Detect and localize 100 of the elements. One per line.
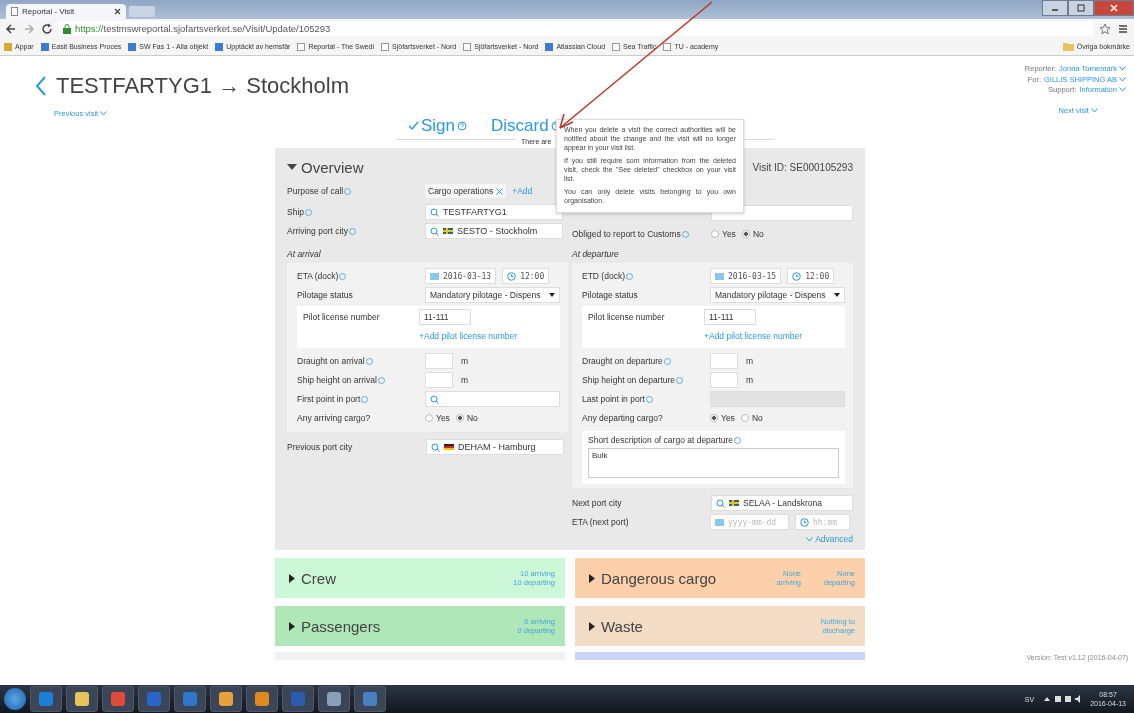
time-input[interactable]: hh:mm	[813, 517, 845, 527]
license-field[interactable]: 11-111	[419, 309, 471, 325]
app-icon	[111, 692, 125, 706]
port-field[interactable]: SESTO - Stockholm	[425, 223, 563, 239]
search-icon	[430, 226, 439, 236]
section-title: Crew	[301, 569, 336, 587]
caret-icon	[549, 292, 555, 298]
radio-option[interactable]: No	[455, 413, 478, 423]
pilotage-select[interactable]: Mandatory pilotage - Dispens	[425, 287, 560, 303]
page-title: TESTFARTYG1 → Stockholm	[34, 73, 349, 99]
section-title: Passengers	[301, 617, 381, 635]
new-tab-button[interactable]	[129, 6, 155, 17]
field-label: Pilotage status	[297, 290, 354, 300]
check-icon	[408, 121, 419, 131]
description-textarea[interactable]: Bulk	[588, 448, 839, 478]
field-label: Pilot license number	[303, 312, 381, 322]
radio-option[interactable]: No	[741, 229, 764, 239]
browser-tab[interactable]: Reportal - Visit	[6, 4, 126, 19]
taskbar-app-button[interactable]	[354, 686, 386, 712]
close-button[interactable]	[1094, 0, 1134, 16]
date-field[interactable]: yyyy-mm-dd	[710, 514, 789, 530]
time-field[interactable]: 12:00	[502, 268, 550, 284]
back-icon[interactable]	[5, 22, 17, 35]
draught-field[interactable]	[710, 353, 738, 369]
field-label: Ship height on arrival	[297, 375, 425, 385]
unit-label: m	[746, 356, 754, 366]
clock-icon	[792, 271, 802, 281]
panel-heading: At departure	[572, 248, 620, 261]
field-label: Obliged to report to Customs	[572, 229, 711, 239]
date-field[interactable]: 2016-03-13	[425, 268, 497, 284]
height-field[interactable]	[425, 372, 453, 388]
field-label: ETD (dock)	[582, 271, 710, 281]
app-icon	[255, 692, 269, 706]
app-icon	[327, 692, 341, 706]
unit-label: m	[461, 375, 469, 385]
date-field[interactable]: 2016-03-15	[710, 268, 782, 284]
section-heading[interactable]: Overview	[287, 158, 364, 176]
time-field[interactable]: 12:00	[787, 268, 835, 284]
tray-icons-drawing[interactable]	[1042, 694, 1083, 704]
remove-icon[interactable]	[496, 187, 504, 195]
radio-option[interactable]: Yes	[425, 413, 450, 423]
collapse-icon	[287, 163, 297, 171]
back-chevron-icon[interactable]	[34, 75, 48, 97]
close-icon[interactable]	[114, 8, 121, 15]
search-icon	[430, 207, 439, 217]
taskbar-app-button[interactable]	[210, 686, 242, 712]
port-field[interactable]: SELAA - Landskrona	[711, 495, 853, 511]
expand-icon	[589, 621, 595, 631]
pilotage-select[interactable]: Mandatory pilotage - Dispens	[710, 287, 845, 303]
star-icon[interactable]	[1099, 22, 1111, 35]
radio-option[interactable]: No	[740, 413, 763, 423]
app-icon	[363, 692, 377, 706]
unit-label: m	[746, 375, 754, 385]
address-bar[interactable]: https://testmswreportal.sjofartsverket.se/Visit/Update/105293	[59, 21, 1093, 36]
visit-id: Visit ID: SE000105293	[752, 161, 853, 173]
minimize-button[interactable]	[1042, 0, 1068, 16]
german-flag-icon	[444, 444, 454, 450]
radio-option[interactable]: Yes	[710, 413, 735, 423]
folder-icon	[1062, 42, 1074, 51]
chevron-icon	[806, 537, 814, 542]
expand-icon	[289, 621, 295, 631]
license-field[interactable]: 11-111	[704, 309, 756, 325]
port-field[interactable]: DEHAM - Hamburg	[426, 439, 564, 455]
field-label: First point in port	[297, 394, 425, 404]
swedish-flag-icon	[443, 228, 453, 234]
section-title: Waste	[601, 617, 643, 635]
calendar-icon	[715, 272, 724, 280]
maximize-button[interactable]	[1068, 0, 1094, 16]
section-panel[interactable]	[575, 652, 865, 660]
close-icon	[1109, 4, 1119, 12]
app-icon	[219, 692, 233, 706]
point-field[interactable]	[425, 391, 560, 407]
help-icon[interactable]	[457, 121, 468, 131]
field-label: Any arriving cargo?	[297, 413, 372, 423]
reload-icon[interactable]	[41, 22, 53, 35]
clock-icon	[800, 517, 809, 527]
ship-field[interactable]: TESTFARTYG1	[425, 204, 563, 220]
chevron-icon	[100, 111, 108, 116]
field-label: Draught on departure	[582, 356, 710, 366]
radio-option[interactable]: Yes	[711, 229, 736, 239]
app-icon	[75, 692, 89, 706]
calendar-icon	[430, 272, 439, 280]
field-label: ETA (dock)	[297, 271, 425, 281]
field-label: Purpose of call	[287, 186, 425, 196]
date-input[interactable]: yyyy-mm-dd	[728, 517, 784, 527]
field-label: Any departing cargo?	[582, 413, 664, 423]
menu-icon[interactable]	[1117, 22, 1129, 35]
time-field[interactable]: hh:mm	[795, 514, 850, 530]
taskbar-app-button[interactable]	[246, 686, 278, 712]
section-title: Dangerous cargo	[601, 569, 717, 587]
taskbar-app-button[interactable]	[318, 686, 350, 712]
calendar-icon	[715, 518, 724, 526]
purpose-tag: Cargo operations	[425, 184, 507, 198]
field-label: Last point in port	[582, 394, 710, 404]
taskbar-app-button[interactable]	[102, 686, 134, 712]
start-button[interactable]	[4, 688, 26, 710]
forward-icon[interactable]	[23, 22, 35, 35]
taskbar-app-button[interactable]	[66, 686, 98, 712]
height-field[interactable]	[710, 372, 738, 388]
draught-field[interactable]	[425, 353, 453, 369]
